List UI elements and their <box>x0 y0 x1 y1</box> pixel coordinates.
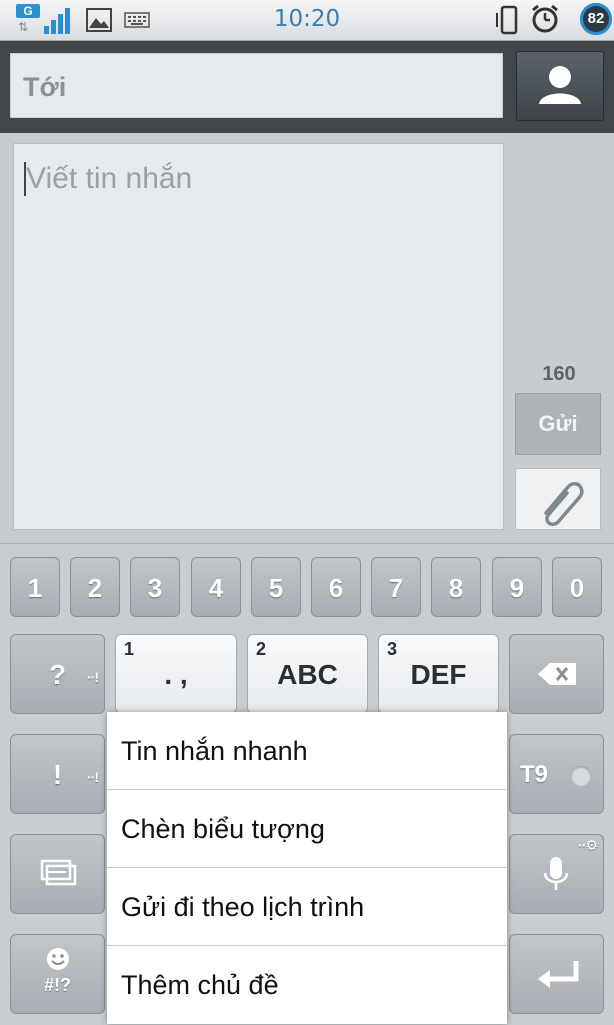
paperclip-icon <box>544 482 584 526</box>
def-key-label: DEF <box>410 659 467 690</box>
key-0[interactable]: 0 <box>552 557 602 617</box>
battery-indicator: 82 <box>580 3 612 35</box>
key-7[interactable]: 7 <box>371 557 421 617</box>
emoticon-symbol-key[interactable]: #!? <box>10 934 105 1014</box>
punctuation-key[interactable]: 1 . , <box>115 634 237 714</box>
def-key-number: 3 <box>387 639 398 659</box>
key-2[interactable]: 2 <box>70 557 120 617</box>
backspace-key[interactable] <box>509 634 604 714</box>
key-1[interactable]: 1 <box>10 557 60 617</box>
voice-input-key[interactable]: ··⚙ <box>509 834 604 914</box>
abc-key[interactable]: 2 ABC <box>247 634 368 714</box>
enter-arrow-icon <box>538 961 579 988</box>
key-9[interactable]: 9 <box>492 557 542 617</box>
smiley-icon <box>47 948 69 970</box>
options-popup-menu: Tin nhắn nhanh Chèn biểu tượng Gửi đi th… <box>107 712 507 1024</box>
punctuation-key-number: 1 <box>124 639 135 659</box>
compose-area: Viết tin nhắn 160 Gửi <box>0 133 614 543</box>
key-4[interactable]: 4 <box>191 557 241 617</box>
more-symbols-indicator: ··! <box>87 769 99 785</box>
keyboard-layout-icon <box>40 859 77 886</box>
enter-key[interactable] <box>509 934 604 1014</box>
abc-key-number: 2 <box>256 639 267 659</box>
message-placeholder: Viết tin nhắn <box>26 162 193 195</box>
question-key-label: ? <box>48 659 67 690</box>
t9-toggle-key[interactable]: T9 <box>509 734 604 814</box>
t9-toggle-indicator <box>571 766 591 786</box>
symbol-key-label: #!? <box>44 975 71 995</box>
key-5[interactable]: 5 <box>251 557 301 617</box>
backspace-icon <box>538 663 576 685</box>
t9-label: T9 <box>520 761 549 788</box>
more-symbols-indicator: ··! <box>87 669 99 685</box>
voice-settings-indicator: ··⚙ <box>578 837 598 853</box>
contact-person-icon <box>539 66 581 104</box>
status-bar: G ⇅ 10:20 82 <box>0 0 614 41</box>
abc-key-label: ABC <box>277 659 338 690</box>
key-8[interactable]: 8 <box>431 557 481 617</box>
punctuation-key-label: . , <box>164 659 188 690</box>
keyboard-switch-key[interactable] <box>10 834 105 914</box>
def-key[interactable]: 3 DEF <box>378 634 499 714</box>
recipient-input[interactable]: Tới <box>10 53 503 118</box>
question-key[interactable]: ? ··! <box>10 634 105 714</box>
character-counter: 160 <box>542 363 576 385</box>
menu-item-insert-emoticon[interactable]: Chèn biểu tượng <box>107 790 507 868</box>
attach-button[interactable] <box>515 468 601 530</box>
exclamation-key[interactable]: ! ··! <box>10 734 105 814</box>
contacts-button[interactable] <box>516 51 604 121</box>
send-button[interactable]: Gửi <box>515 393 601 455</box>
menu-item-quick-message[interactable]: Tin nhắn nhanh <box>107 712 507 790</box>
menu-item-add-subject[interactable]: Thêm chủ đề <box>107 946 507 1024</box>
message-input[interactable]: Viết tin nhắn <box>13 143 504 530</box>
key-6[interactable]: 6 <box>311 557 361 617</box>
recipient-bar: Tới <box>0 41 614 133</box>
vibrate-icon <box>496 5 518 35</box>
alarm-icon <box>532 4 558 33</box>
exclamation-key-label: ! <box>52 759 63 790</box>
key-3[interactable]: 3 <box>130 557 180 617</box>
menu-item-schedule-send[interactable]: Gửi đi theo lịch trình <box>107 868 507 946</box>
